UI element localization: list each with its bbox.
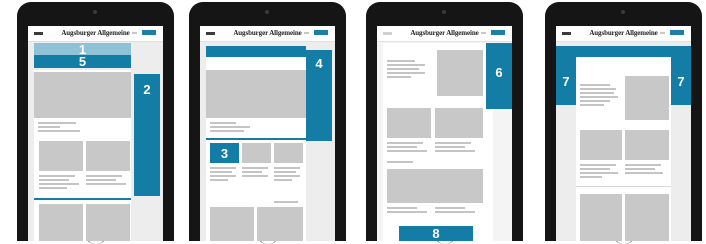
- site-header: Augsburger Allgemeine: [377, 26, 512, 42]
- ad-position-5: 5: [34, 54, 131, 69]
- section-divider: [34, 198, 131, 200]
- site-header: Augsburger Allgemeine: [200, 26, 335, 42]
- tablet-1: Augsburger Allgemeine 1 5 2: [17, 2, 174, 244]
- tablet-screen: Augsburger Allgemeine 1 5 2: [28, 26, 163, 241]
- lead-image: [625, 76, 669, 120]
- camera: [265, 10, 269, 14]
- article-image: [39, 204, 83, 241]
- tablet-screen: Augsburger Allgemeine 7 7: [556, 26, 691, 241]
- article-image: [580, 194, 622, 241]
- ad-position-6: 6: [486, 43, 512, 109]
- header-button: [314, 30, 328, 35]
- header-button: [670, 30, 684, 35]
- lead-image: [206, 70, 306, 118]
- lead-image: [34, 72, 131, 118]
- tablet-screen: Augsburger Allgemeine 6 8: [377, 26, 512, 241]
- tablet-4: Augsburger Allgemeine 7 7: [545, 2, 702, 244]
- lead-image: [437, 50, 483, 96]
- section-divider: [206, 138, 306, 140]
- article-image: [625, 194, 669, 241]
- article-image: [387, 108, 431, 138]
- article-image: [257, 207, 303, 241]
- site-header: Augsburger Allgemeine: [556, 26, 691, 42]
- article-image: [86, 141, 130, 171]
- article-image: [580, 130, 622, 160]
- article-image: [242, 143, 271, 163]
- ad-position-2: 2: [134, 74, 160, 196]
- article-image: [39, 141, 83, 171]
- ad-banner: [556, 46, 691, 57]
- ad-position-7-right: 7: [671, 57, 691, 105]
- ad-position-7-left: 7: [556, 57, 576, 105]
- tablet-2: Augsburger Allgemeine 3 4: [189, 2, 346, 244]
- article-image: [274, 143, 303, 163]
- header-button: [142, 30, 156, 35]
- camera: [442, 10, 446, 14]
- ad-position-8: 8: [399, 226, 473, 241]
- section-divider: [576, 186, 671, 187]
- article-image: [435, 108, 483, 138]
- tablet-3: Augsburger Allgemeine 6 8: [366, 2, 523, 244]
- site-header: Augsburger Allgemeine: [28, 26, 163, 42]
- camera: [621, 10, 625, 14]
- tablet-screen: Augsburger Allgemeine 3 4: [200, 26, 335, 241]
- ad-position-4: 4: [306, 50, 332, 141]
- camera: [93, 10, 97, 14]
- ad-banner: [206, 46, 306, 57]
- header-button: [491, 30, 505, 35]
- article-image: [210, 207, 254, 241]
- article-image: [86, 204, 130, 241]
- article-image: [387, 169, 483, 203]
- article-image: [625, 130, 669, 160]
- ad-position-3: 3: [210, 143, 239, 163]
